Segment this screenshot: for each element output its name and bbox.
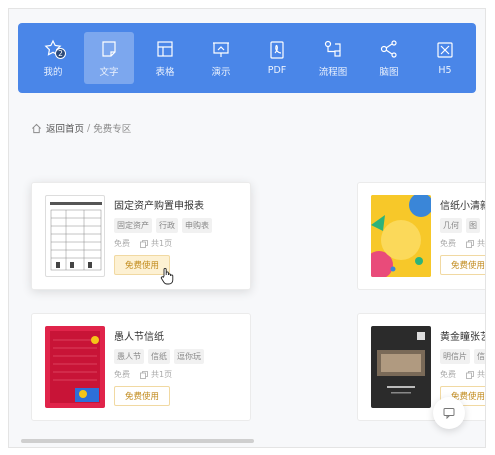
tool-label: 流程图 (318, 66, 348, 78)
template-title[interactable]: 愚人节信纸 (114, 328, 204, 343)
template-card[interactable]: 愚人节信纸 愚人节 信纸 逗你玩 免费 共1页 免费使用 (31, 313, 251, 421)
page-count: 共1页 (477, 370, 485, 379)
tool-label: 我的 (43, 66, 63, 78)
pages-icon (140, 239, 148, 248)
tool-label: 表格 (155, 66, 175, 78)
document-icon (102, 40, 116, 57)
tool-flowchart[interactable]: 流程图 (308, 32, 358, 84)
tool-label: 脑图 (379, 66, 399, 78)
template-title[interactable]: 信纸小清新 (440, 197, 485, 212)
price-label: 免费 (440, 370, 456, 379)
breadcrumb: 返回首页 / 免费专区 (31, 121, 131, 135)
tool-label: 演示 (211, 66, 231, 78)
template-thumbnail (45, 326, 105, 408)
price-label: 免费 (114, 239, 130, 248)
presentation-icon (213, 41, 229, 57)
breadcrumb-separator: / (87, 122, 91, 134)
category-toolbar: 2 我的 文字 表格 演示 PDF 流程图 脑图 H5 (18, 23, 476, 93)
template-thumbnail (371, 195, 431, 277)
h5-icon (437, 42, 453, 58)
table-icon (157, 40, 173, 57)
tool-text[interactable]: 文字 (84, 32, 134, 84)
template-tag[interactable]: 固定资产 (114, 218, 152, 233)
template-tag[interactable]: 信 (474, 349, 485, 364)
template-title[interactable]: 固定资产购置申报表 (114, 197, 212, 212)
template-tag[interactable]: 几何 (440, 218, 462, 233)
price-label: 免费 (440, 239, 456, 248)
horizontal-scrollbar[interactable] (21, 439, 254, 443)
tool-table[interactable]: 表格 (140, 32, 190, 84)
page-count: 共1页 (151, 239, 173, 248)
price-label: 免费 (114, 370, 130, 379)
chat-icon (443, 408, 455, 419)
template-thumbnail (371, 326, 431, 408)
flowchart-icon (324, 40, 341, 57)
template-tag[interactable]: 明信片 (440, 349, 470, 364)
tool-pdf[interactable]: PDF (252, 32, 302, 84)
tool-label: PDF (267, 65, 287, 76)
template-tag[interactable]: 信纸 (148, 349, 170, 364)
template-tag[interactable]: 逗你玩 (174, 349, 204, 364)
app-window: 2 我的 文字 表格 演示 PDF 流程图 脑图 H5 返回首页 / 免费专区 … (8, 8, 486, 448)
page-count: 共1页 (151, 370, 173, 379)
tool-presentation[interactable]: 演示 (196, 32, 246, 84)
tool-mine[interactable]: 2 我的 (28, 32, 78, 84)
tool-h5[interactable]: H5 (420, 32, 470, 84)
pages-icon (140, 370, 148, 379)
tool-mindmap[interactable]: 脑图 (364, 32, 414, 84)
breadcrumb-current: 免费专区 (93, 124, 132, 135)
template-tag[interactable]: 图 (466, 218, 480, 233)
template-thumbnail (45, 195, 105, 277)
use-free-button[interactable]: 免费使用 (114, 386, 170, 406)
tool-label: H5 (438, 65, 452, 76)
template-card[interactable]: 信纸小清新 几何 图 免费 共1页 免费使用 (357, 182, 485, 290)
template-tag[interactable]: 行政 (156, 218, 178, 233)
template-tag[interactable]: 申购表 (182, 218, 212, 233)
breadcrumb-home-link[interactable]: 返回首页 (46, 121, 84, 135)
tool-label: 文字 (99, 66, 119, 78)
notification-badge: 2 (55, 48, 66, 59)
pages-icon (466, 370, 474, 379)
feedback-button[interactable] (433, 397, 465, 429)
template-card[interactable]: 黄金瞳张艺 明信片 信 免费 共1页 免费使用 (357, 313, 485, 421)
template-card[interactable]: 固定资产购置申报表 固定资产 行政 申购表 免费 共1页 免费使用 (31, 182, 251, 290)
pages-icon (466, 239, 474, 248)
template-tag[interactable]: 愚人节 (114, 349, 144, 364)
template-title[interactable]: 黄金瞳张艺 (440, 328, 485, 343)
mindmap-icon (380, 39, 397, 58)
page-count: 共1页 (477, 239, 485, 248)
use-free-button[interactable]: 免费使用 (440, 255, 485, 275)
hand-cursor-icon (160, 267, 174, 285)
home-icon (32, 123, 41, 133)
pdf-icon (270, 41, 284, 59)
